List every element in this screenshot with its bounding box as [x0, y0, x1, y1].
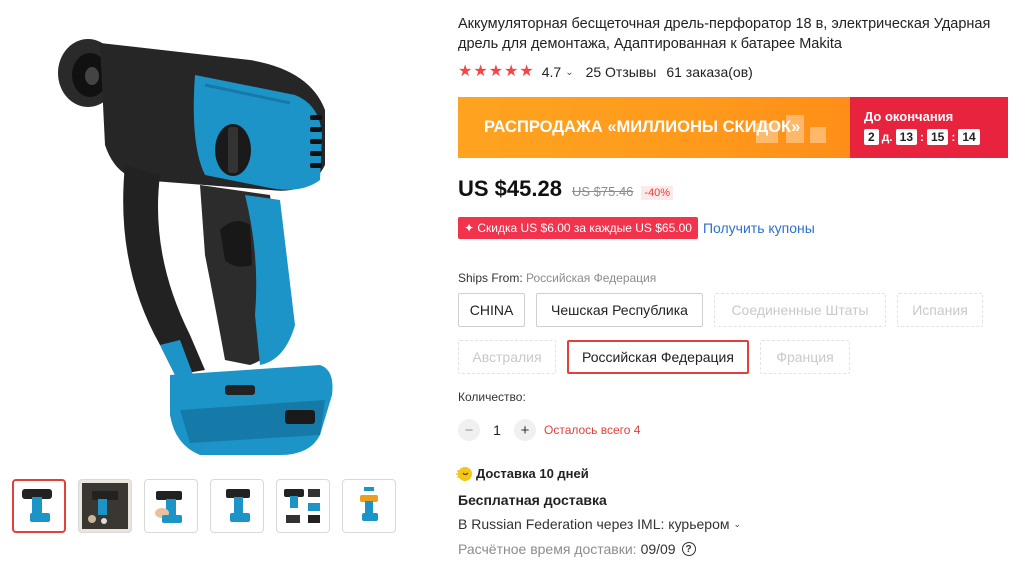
countdown-separator: : — [951, 130, 956, 144]
ships-from-title: Ships From: — [458, 271, 523, 285]
star-icon: ★ — [519, 63, 534, 80]
shipping-method-selector[interactable]: В Russian Federation через IML: курьером… — [458, 516, 741, 532]
quantity-label: Количество: — [458, 390, 526, 404]
delivery-headline: Доставка 10 дней — [456, 465, 589, 482]
countdown-panel: До окончания 2 д. 13 : 15 : 14 — [850, 97, 1008, 158]
rating-value[interactable]: 4.7 — [542, 64, 561, 80]
product-title: Аккумуляторная бесщеточная дрель-перфора… — [458, 16, 991, 52]
discount-badge: -40% — [641, 186, 674, 200]
thumbnail-4[interactable] — [210, 479, 264, 533]
eta-label: Расчётное время доставки: — [458, 541, 637, 557]
thumbnail-strip — [12, 479, 396, 533]
orders-count: 61 заказа(ов) — [666, 64, 753, 80]
coupon-row: ✦ Скидка US $6.00 за каждые US $65.00 По… — [458, 217, 815, 239]
chevron-down-icon[interactable]: ⌄ — [565, 67, 573, 78]
delivery-days: Доставка 10 дней — [476, 466, 589, 481]
quantity-value[interactable]: 1 — [480, 422, 514, 438]
star-icon: ★ — [504, 63, 519, 80]
shipping-method-text: В Russian Federation через IML: курьером — [458, 516, 730, 532]
countdown-hours: 13 — [895, 129, 917, 145]
price-row: US $45.28 US $75.46 -40% — [458, 176, 674, 202]
help-icon[interactable]: ? — [681, 542, 696, 556]
delivery-eta: Расчётное время доставки: 09/09 ? — [458, 541, 696, 557]
ships-from-option-czech[interactable]: Чешская Республика — [536, 293, 703, 327]
rating-row: ★ ★ ★ ★ ★ 4.7 ⌄ 25 Отзывы 61 заказа(ов) — [458, 64, 753, 81]
coupon-badge[interactable]: ✦ Скидка US $6.00 за каждые US $65.00 — [458, 217, 698, 239]
thumbnail-6[interactable] — [342, 479, 396, 533]
stock-remaining: Осталось всего 4 — [544, 423, 641, 437]
free-shipping-label: Бесплатная доставка — [458, 492, 607, 508]
countdown-separator: : — [920, 130, 924, 144]
fast-delivery-icon — [456, 467, 472, 481]
star-icon: ★ — [488, 63, 504, 80]
thumbnail-5[interactable] — [276, 479, 330, 533]
reviews-link[interactable]: 25 Отзывы — [586, 64, 657, 80]
ships-from-option-spain[interactable]: Испания — [897, 293, 983, 327]
thumbnail-2[interactable] — [78, 479, 132, 533]
quantity-plus-button[interactable]: + — [514, 419, 536, 441]
countdown-timer: 2 д. 13 : 15 : 14 — [864, 129, 1008, 145]
banner-decoration-icon — [756, 115, 826, 143]
ships-from-option-china[interactable]: CHINA — [458, 293, 525, 327]
star-icon: ★ — [473, 63, 488, 80]
star-icon: ★ — [458, 63, 473, 80]
thumbnail-3[interactable] — [144, 479, 198, 533]
rating-stars: ★ ★ ★ ★ ★ — [458, 64, 534, 80]
ships-from-label: Ships From: Российская Федерация — [458, 271, 656, 285]
ships-from-option-russia[interactable]: Российская Федерация — [567, 340, 749, 374]
countdown-label: До окончания — [864, 109, 954, 124]
countdown-seconds: 14 — [958, 129, 980, 145]
thumbnail-1[interactable] — [12, 479, 66, 533]
sale-banner[interactable]: РАСПРОДАЖА «МИЛЛИОНЫ СКИДОК» До окончани… — [458, 97, 1008, 158]
quantity-minus-button[interactable]: − — [458, 419, 480, 441]
current-price: US $45.28 — [458, 176, 562, 201]
old-price: US $75.46 — [571, 184, 634, 199]
countdown-days: 2 — [864, 129, 879, 145]
ships-from-option-france[interactable]: Франция — [760, 340, 850, 374]
ships-from-option-australia[interactable]: Австралия — [458, 340, 556, 374]
get-coupons-link[interactable]: Получить купоны — [703, 220, 815, 236]
eta-value: 09/09 — [640, 541, 676, 557]
ships-from-value: Российская Федерация — [526, 271, 657, 285]
countdown-minutes: 15 — [927, 129, 949, 145]
chevron-down-icon[interactable]: ⌄ — [733, 519, 741, 530]
product-main-image[interactable] — [20, 15, 430, 455]
quantity-stepper: − 1 + Осталось всего 4 — [458, 419, 640, 441]
ships-from-option-usa[interactable]: Соединенные Штаты — [714, 293, 886, 327]
drill-illustration — [58, 39, 333, 455]
countdown-days-unit: д. — [881, 130, 893, 144]
sale-banner-title-area: РАСПРОДАЖА «МИЛЛИОНЫ СКИДОК» — [458, 97, 850, 158]
